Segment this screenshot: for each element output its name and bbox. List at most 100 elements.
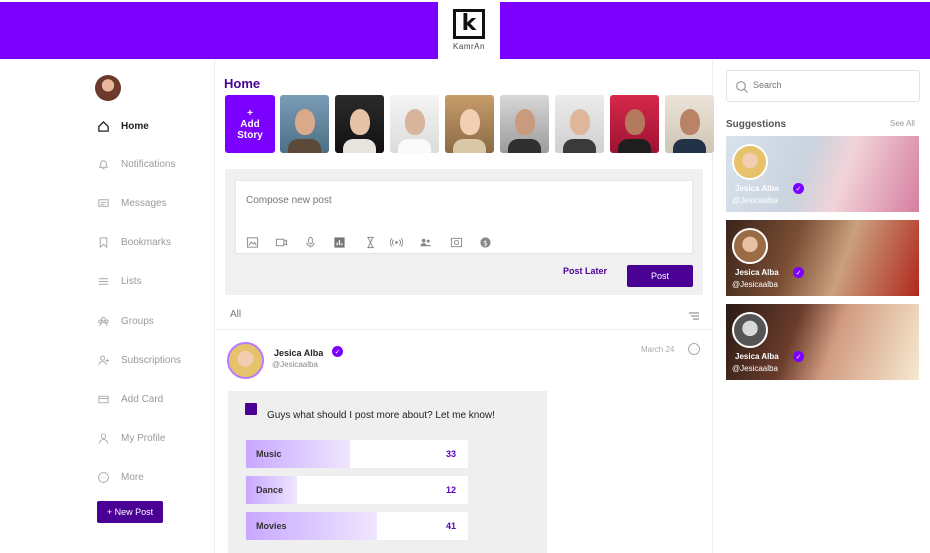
plus-icon: + — [247, 107, 253, 119]
sort-icon[interactable] — [688, 309, 700, 321]
poll-icon[interactable] — [332, 235, 346, 249]
sidebar-item-label: Messages — [121, 197, 167, 209]
story-thumbnail[interactable] — [610, 95, 659, 153]
bookmark-icon — [96, 235, 110, 249]
suggestion-avatar — [732, 312, 768, 348]
search-box[interactable] — [726, 70, 920, 102]
svg-text:$: $ — [483, 238, 488, 247]
post-date: March 24 — [641, 345, 675, 354]
suggestion-name: Jesica Alba — [735, 184, 779, 193]
story-thumbnail[interactable] — [335, 95, 384, 153]
add-story-label-2: Story — [237, 129, 263, 141]
suggestion-card[interactable]: Jesica Alba ✓ @Jesicaalba — [726, 220, 919, 296]
sidebar-item-lists[interactable]: Lists — [96, 274, 142, 288]
subscriptions-icon — [96, 353, 110, 367]
poll-icon — [245, 403, 257, 415]
story-thumbnail[interactable] — [555, 95, 604, 153]
bell-icon — [96, 157, 110, 171]
image-icon[interactable] — [245, 235, 259, 249]
sidebar-item-label: Groups — [121, 315, 154, 327]
post-author-avatar[interactable] — [227, 342, 264, 379]
suggestion-avatar — [732, 144, 768, 180]
verified-icon: ✓ — [793, 351, 804, 362]
hourglass-icon[interactable] — [363, 235, 377, 249]
sidebar-item-label: Home — [121, 120, 149, 132]
see-all-link[interactable]: See All — [890, 119, 915, 128]
poll: Guys what should I post more about? Let … — [228, 391, 547, 553]
messages-icon — [96, 196, 110, 210]
search-icon — [736, 81, 748, 93]
verified-icon: ✓ — [793, 183, 804, 194]
avatar[interactable] — [95, 75, 121, 101]
sidebar-item-add-card[interactable]: Add Card — [96, 392, 163, 406]
sidebar-item-label: Add Card — [121, 393, 164, 405]
suggestion-card[interactable]: Jesica Alba ✓ @Jesicaalba — [726, 304, 919, 380]
suggestions-title: Suggestions — [726, 119, 787, 130]
poll-option-count: 12 — [445, 485, 456, 495]
suggestion-handle: @Jesicaalba — [732, 364, 778, 373]
home-icon — [96, 119, 110, 133]
more-icon — [96, 470, 110, 484]
poll-option-music[interactable]: Music 33 — [246, 440, 468, 468]
story-thumbnail[interactable] — [390, 95, 439, 153]
add-story-label-1: Add — [240, 118, 260, 130]
main-feed: Home + Add Story $ Post Later Post All J — [216, 59, 714, 553]
filter-all-tab[interactable]: All — [230, 309, 241, 320]
new-post-button[interactable]: + New Post — [97, 501, 163, 523]
video-icon[interactable] — [274, 235, 288, 249]
top-bar: k KamrAn — [0, 0, 930, 59]
poll-option-dance[interactable]: Dance 12 — [246, 476, 468, 504]
post-options-icon[interactable]: ··· — [688, 343, 700, 355]
add-story-button[interactable]: + Add Story — [225, 95, 275, 153]
sidebar-item-subscriptions[interactable]: Subscriptions — [96, 353, 181, 367]
post-later-button[interactable]: Post Later — [563, 266, 607, 276]
suggestion-name: Jesica Alba — [735, 268, 779, 277]
sidebar-item-groups[interactable]: Groups — [96, 314, 154, 328]
camera-icon[interactable] — [449, 235, 463, 249]
list-icon — [96, 274, 110, 288]
suggestion-avatar — [732, 228, 768, 264]
sidebar-item-bookmarks[interactable]: Bookmarks — [96, 235, 171, 249]
card-icon — [96, 392, 110, 406]
logo-mark: k — [453, 8, 485, 39]
sidebar-item-home[interactable]: Home — [96, 119, 149, 133]
sidebar-item-label: Subscriptions — [121, 354, 182, 366]
composer: $ Post Later Post — [225, 169, 703, 295]
logo-text: KamrAn — [453, 41, 485, 51]
people-icon[interactable] — [418, 235, 432, 249]
sidebar-item-messages[interactable]: Messages — [96, 196, 167, 210]
right-panel: Suggestions See All Jesica Alba ✓ @Jesic… — [714, 59, 930, 553]
sidebar-item-label: Lists — [121, 275, 142, 287]
search-input[interactable] — [753, 80, 913, 90]
microphone-icon[interactable] — [303, 235, 317, 249]
page-title: Home — [224, 76, 261, 91]
verified-icon: ✓ — [332, 346, 343, 357]
dollar-icon[interactable]: $ — [478, 235, 492, 249]
sidebar-item-label: More — [121, 471, 144, 483]
sidebar-item-notifications[interactable]: Notifications — [96, 157, 175, 171]
poll-option-label: Dance — [256, 485, 284, 495]
suggestion-handle: @Jesicaalba — [732, 196, 778, 205]
story-thumbnail[interactable] — [280, 95, 329, 153]
sidebar-item-my-profile[interactable]: My Profile — [96, 431, 165, 445]
profile-icon — [96, 431, 110, 445]
suggestion-card[interactable]: Jesica Alba ✓ @Jesicaalba — [726, 136, 919, 212]
verified-icon: ✓ — [793, 267, 804, 278]
compose-box: $ — [235, 180, 693, 254]
story-thumbnail[interactable] — [500, 95, 549, 153]
post-author-name[interactable]: Jesica Alba — [274, 348, 323, 358]
compose-input[interactable] — [246, 195, 646, 206]
groups-icon — [96, 314, 110, 328]
suggestion-handle: @Jesicaalba — [732, 280, 778, 289]
story-thumbnail[interactable] — [665, 95, 714, 153]
poll-option-label: Movies — [256, 521, 287, 531]
post-button[interactable]: Post — [627, 265, 693, 287]
poll-option-label: Music — [256, 449, 282, 459]
sidebar-item-label: My Profile — [121, 432, 166, 444]
sidebar-item-more[interactable]: More — [96, 470, 144, 484]
story-thumbnail[interactable] — [445, 95, 494, 153]
logo[interactable]: k KamrAn — [438, 0, 500, 59]
poll-option-movies[interactable]: Movies 41 — [246, 512, 468, 540]
live-icon[interactable] — [389, 235, 403, 249]
suggestion-name: Jesica Alba — [735, 352, 779, 361]
